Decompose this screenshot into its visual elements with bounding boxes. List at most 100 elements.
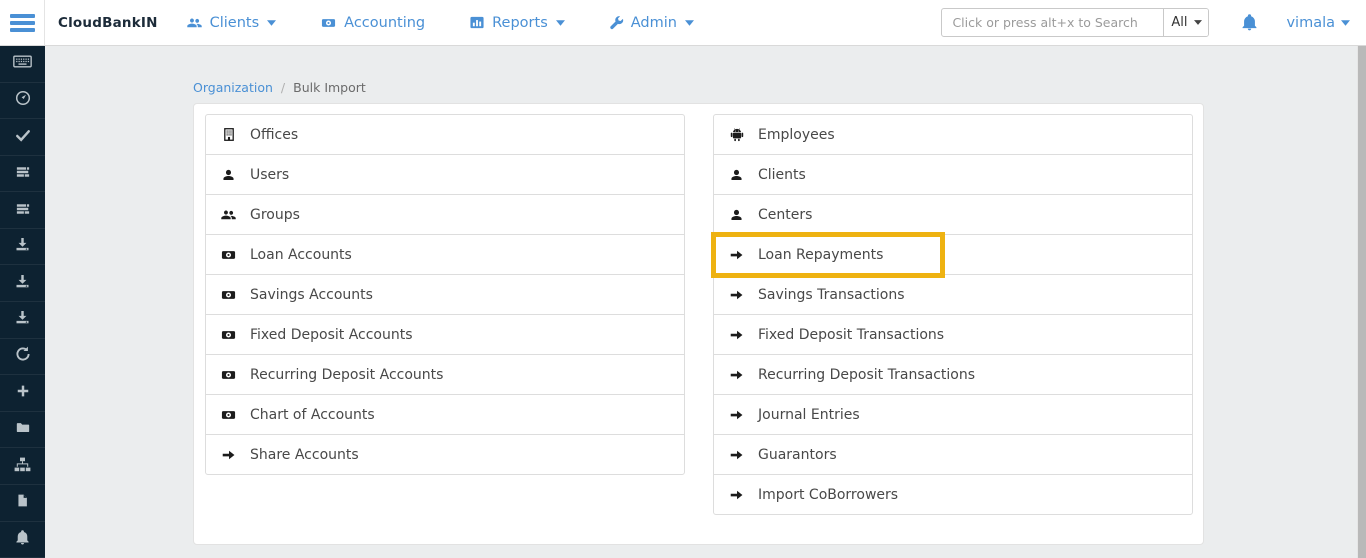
- bulk-import-item-recurring-deposit-accounts[interactable]: Recurring Deposit Accounts: [205, 354, 685, 395]
- money-icon: [220, 288, 237, 302]
- sidebar-item-8[interactable]: [0, 302, 45, 339]
- sitemap-icon: [14, 457, 31, 476]
- bulk-import-item-journal-entries[interactable]: Journal Entries: [713, 394, 1193, 435]
- keyboard-icon: [13, 54, 32, 73]
- caret-down-icon: [556, 20, 565, 26]
- android-icon: [728, 127, 745, 142]
- item-label: Guarantors: [758, 447, 837, 463]
- bulk-import-item-loan-accounts[interactable]: Loan Accounts: [205, 234, 685, 275]
- bulk-import-item-clients[interactable]: Clients: [713, 154, 1193, 195]
- bulk-import-item-guarantors[interactable]: Guarantors: [713, 434, 1193, 475]
- brand-logo[interactable]: CloudBankIN: [58, 15, 158, 31]
- bell-icon: [15, 530, 30, 549]
- sidebar-item-4[interactable]: [0, 156, 45, 193]
- sidebar-item-12[interactable]: [0, 448, 45, 485]
- wrench-icon: [609, 15, 624, 30]
- hamburger-menu-icon[interactable]: [0, 0, 45, 45]
- bulk-import-item-fixed-deposit-accounts[interactable]: Fixed Deposit Accounts: [205, 314, 685, 355]
- bulk-import-panel: Offices Users Groups Loan AccountsSavings A…: [193, 103, 1204, 545]
- user-icon: [728, 168, 745, 182]
- sidebar-item-5[interactable]: [0, 192, 45, 229]
- users-icon: [220, 207, 237, 222]
- bulk-import-item-fixed-deposit-transactions[interactable]: Fixed Deposit Transactions: [713, 314, 1193, 355]
- bulk-import-item-share-accounts[interactable]: Share Accounts: [205, 434, 685, 475]
- money-icon: [220, 368, 237, 382]
- breadcrumb: Organization / Bulk Import: [193, 80, 366, 95]
- sidebar-item-2[interactable]: [0, 83, 45, 120]
- money-icon: [220, 248, 237, 262]
- sidebar-item-9[interactable]: [0, 339, 45, 376]
- nav-reports[interactable]: Reports: [469, 15, 565, 31]
- item-label: Share Accounts: [250, 447, 359, 463]
- item-label: Clients: [758, 167, 806, 183]
- download-icon: [15, 274, 30, 293]
- sidebar-item-11[interactable]: [0, 412, 45, 449]
- user-icon: [728, 208, 745, 222]
- bulk-import-item-centers[interactable]: Centers: [713, 194, 1193, 235]
- notifications-bell-icon[interactable]: [1241, 14, 1258, 31]
- item-label: Users: [250, 167, 289, 183]
- item-label: Employees: [758, 127, 835, 143]
- main-nav: Clients Accounting Reports Admin: [186, 15, 694, 31]
- plus-icon: [16, 383, 30, 402]
- bulk-import-item-savings-transactions[interactable]: Savings Transactions: [713, 274, 1193, 315]
- download-icon: [15, 310, 30, 329]
- bulk-import-item-recurring-deposit-transactions[interactable]: Recurring Deposit Transactions: [713, 354, 1193, 395]
- bulk-import-item-savings-accounts[interactable]: Savings Accounts: [205, 274, 685, 315]
- item-label: Journal Entries: [758, 407, 860, 423]
- arrow-right-icon: [728, 368, 745, 382]
- users-icon: [186, 15, 203, 30]
- sidebar-item-7[interactable]: [0, 265, 45, 302]
- item-label: Savings Transactions: [758, 287, 905, 303]
- item-label: Recurring Deposit Accounts: [250, 367, 443, 383]
- bulk-import-item-offices[interactable]: Offices: [205, 114, 685, 155]
- refresh-icon: [15, 346, 31, 366]
- nav-admin[interactable]: Admin: [609, 15, 694, 31]
- compass-icon: [15, 90, 31, 110]
- arrow-right-icon: [728, 328, 745, 342]
- item-label: Groups: [250, 207, 300, 223]
- sidebar-item-3[interactable]: [0, 119, 45, 156]
- item-label: Import CoBorrowers: [758, 487, 898, 503]
- money-icon: [220, 408, 237, 422]
- caret-down-icon: [1341, 20, 1350, 26]
- item-label: Recurring Deposit Transactions: [758, 367, 975, 383]
- bulk-import-item-loan-repayments[interactable]: Loan Repayments: [713, 234, 1193, 275]
- item-label: Centers: [758, 207, 812, 223]
- user-menu[interactable]: vimala: [1286, 15, 1350, 31]
- search-input[interactable]: [942, 9, 1163, 36]
- sidebar-item-14[interactable]: [0, 522, 45, 558]
- breadcrumb-separator: /: [281, 80, 285, 95]
- search-filter-dropdown[interactable]: All: [1163, 9, 1208, 36]
- username: vimala: [1286, 15, 1335, 31]
- tasks-icon: [15, 164, 31, 183]
- arrow-right-icon: [728, 248, 745, 262]
- arrow-right-icon: [728, 448, 745, 462]
- bulk-import-item-groups[interactable]: Groups: [205, 194, 685, 235]
- item-label: Fixed Deposit Accounts: [250, 327, 413, 343]
- sidebar-item-10[interactable]: [0, 375, 45, 412]
- page-scrollbar[interactable]: [1357, 46, 1366, 558]
- bulk-import-item-employees[interactable]: Employees: [713, 114, 1193, 155]
- nav-clients[interactable]: Clients: [186, 15, 277, 31]
- arrow-right-icon: [728, 488, 745, 502]
- nav-accounting[interactable]: Accounting: [320, 15, 425, 31]
- caret-down-icon: [1194, 20, 1202, 25]
- main-content: Organization / Bulk Import Offices Users G…: [45, 46, 1366, 558]
- item-label: Loan Repayments: [758, 247, 883, 263]
- breadcrumb-organization-link[interactable]: Organization: [193, 80, 273, 95]
- breadcrumb-current: Bulk Import: [293, 80, 366, 95]
- sidebar-item-13[interactable]: [0, 485, 45, 522]
- sidebar-item-1[interactable]: [0, 46, 45, 83]
- bulk-import-right-column: Employees Clients Centers Loan Repayments Sa…: [713, 114, 1193, 515]
- building-icon: [220, 127, 237, 142]
- bulk-import-item-chart-of-accounts[interactable]: Chart of Accounts: [205, 394, 685, 435]
- arrow-right-icon: [728, 288, 745, 302]
- tasks-icon: [15, 201, 31, 220]
- download-icon: [15, 237, 30, 256]
- folder-icon: [15, 420, 31, 439]
- money-icon: [320, 16, 337, 30]
- bulk-import-item-users[interactable]: Users: [205, 154, 685, 195]
- sidebar-item-6[interactable]: [0, 229, 45, 266]
- bulk-import-item-import-coborrowers[interactable]: Import CoBorrowers: [713, 474, 1193, 515]
